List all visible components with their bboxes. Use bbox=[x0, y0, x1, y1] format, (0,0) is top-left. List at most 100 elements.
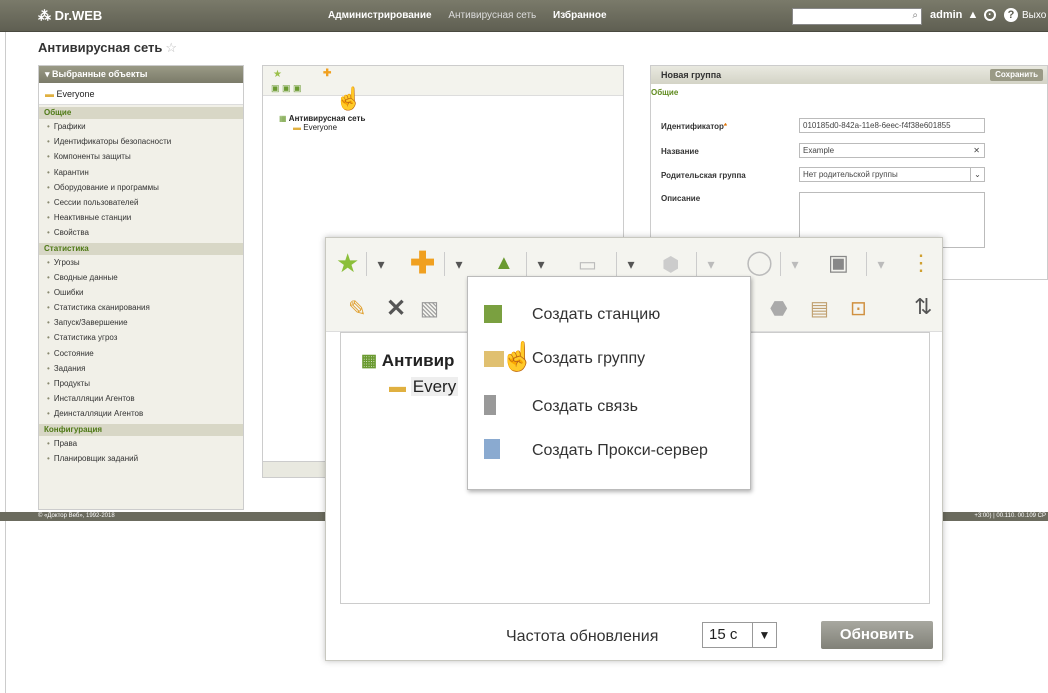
sidebar-item[interactable]: • Ошибки bbox=[39, 285, 243, 300]
zoom-footer: Частота обновления 15 с ▼ Обновить bbox=[326, 614, 942, 662]
save-button[interactable]: Сохранить bbox=[990, 69, 1043, 81]
tree-node-everyone[interactable]: ▬ Every bbox=[389, 377, 459, 397]
logo-text: Dr.WEB bbox=[54, 8, 103, 23]
sidebar-section[interactable]: Конфигурация bbox=[39, 423, 243, 436]
sidebar-header[interactable]: ▾ Выбранные объекты bbox=[39, 66, 243, 83]
sidebar-section[interactable]: Общие bbox=[39, 107, 243, 119]
sidebar-item[interactable]: • Статистика угроз bbox=[39, 330, 243, 345]
add-icon[interactable]: ✚ bbox=[410, 246, 438, 280]
sidebar-item[interactable]: • Запуск/Завершение bbox=[39, 315, 243, 330]
menu-item-create-link[interactable]: Создать связь bbox=[468, 385, 750, 429]
delete-icon[interactable]: ✕ bbox=[386, 294, 414, 324]
folder-icon: ▬ bbox=[389, 377, 406, 396]
page-left-border bbox=[5, 0, 6, 693]
sidebar-item[interactable]: • Сессии пользователей bbox=[39, 195, 243, 210]
remove-icon[interactable]: ▧ bbox=[420, 296, 448, 326]
properties-title: Новая группа Сохранить bbox=[651, 66, 1047, 84]
chevron-down-icon[interactable]: ▾ bbox=[452, 254, 466, 274]
menu-item-create-station[interactable]: Создать станцию bbox=[468, 293, 750, 337]
sidebar: ▾ Выбранные объекты ▬ Everyone Общие • Гра… bbox=[38, 65, 244, 510]
nav-favorites[interactable]: Избранное bbox=[553, 10, 607, 21]
refresh-button[interactable]: Обновить bbox=[821, 621, 933, 649]
copyright: © «Доктор Веб», 1992-2018 bbox=[38, 513, 115, 519]
settings-icon[interactable]: · bbox=[984, 9, 996, 21]
tree-view-icon[interactable]: ⋮ bbox=[910, 250, 938, 280]
tree: ▦ Антивирусная сеть ▬ Everyone bbox=[279, 114, 365, 132]
sidebar-item[interactable]: • Состояние bbox=[39, 346, 243, 361]
logo[interactable]: ⁂ Dr.WEB bbox=[38, 8, 102, 24]
sidebar-item[interactable]: • Идентификаторы безопасности bbox=[39, 134, 243, 149]
chevron-down-icon[interactable]: ▾ bbox=[534, 254, 548, 274]
sidebar-item[interactable]: • Деинсталляции Агентов bbox=[39, 406, 243, 421]
monitor-icon[interactable]: ▣ bbox=[828, 250, 856, 280]
nav-administration[interactable]: Администрирование bbox=[328, 10, 432, 21]
sidebar-item[interactable]: • Сводные данные bbox=[39, 270, 243, 285]
tree-root[interactable]: ▦ Антивирусная сеть bbox=[279, 114, 365, 123]
sidebar-item[interactable]: • Оборудование и программы bbox=[39, 180, 243, 195]
sidebar-item[interactable]: • Свойства bbox=[39, 225, 243, 240]
favorites-icon[interactable]: ★ bbox=[273, 69, 282, 80]
link-icon bbox=[484, 395, 496, 415]
selected-object[interactable]: ▬ Everyone bbox=[39, 83, 243, 105]
help-icon[interactable]: ? bbox=[1004, 8, 1018, 22]
sidebar-item[interactable]: • Планировщик заданий bbox=[39, 451, 243, 466]
chevron-down-icon[interactable]: ⌄ bbox=[970, 168, 984, 181]
edit-icon[interactable]: ✎ bbox=[348, 296, 376, 326]
network-icon: ▦ bbox=[361, 351, 378, 370]
user-name[interactable]: admin bbox=[930, 9, 962, 21]
menu-item-create-proxy[interactable]: Создать Прокси-сервер bbox=[468, 429, 750, 473]
export-icon[interactable]: ⊡ bbox=[850, 296, 878, 326]
page-title: Антивирусная сеть ☆ bbox=[38, 40, 178, 55]
chevron-down-icon[interactable]: ▾ bbox=[704, 254, 718, 274]
sidebar-item[interactable]: • Задания bbox=[39, 361, 243, 376]
parent-group-label: Родительская группа bbox=[661, 171, 746, 180]
update-icon[interactable]: ▤ bbox=[810, 296, 838, 326]
sidebar-item[interactable]: • Права bbox=[39, 436, 243, 451]
section-general: Общие bbox=[651, 88, 679, 97]
id-field[interactable]: 010185d0-842a-11e8-6eec-f4f38e601855 bbox=[799, 118, 985, 133]
scan-icon[interactable]: ⬣ bbox=[770, 296, 798, 326]
sidebar-item[interactable]: • Неактивные станции bbox=[39, 210, 243, 225]
search-icon[interactable]: ⌕ bbox=[912, 10, 918, 21]
tree-node-everyone[interactable]: ▬ Everyone bbox=[279, 123, 365, 132]
tree-root[interactable]: ▦ Антивир bbox=[361, 351, 454, 371]
refresh-rate-select[interactable]: 15 с ▼ bbox=[702, 622, 777, 648]
favorite-star-icon[interactable]: ☆ bbox=[165, 40, 177, 55]
id-label: Идентификатор* bbox=[661, 122, 728, 131]
station-icon bbox=[484, 305, 502, 323]
sidebar-item[interactable]: • Статистика сканирования bbox=[39, 300, 243, 315]
name-label: Название bbox=[661, 147, 699, 156]
edit-icons[interactable]: ▣ ▣ ▣ bbox=[271, 83, 302, 94]
sidebar-item[interactable]: • Продукты bbox=[39, 376, 243, 391]
search-input[interactable]: ⌕ bbox=[792, 8, 922, 25]
top-nav: Администрирование Антивирусная сеть Избр… bbox=[328, 10, 621, 21]
tree-toolbar-small: ★ ✚ ▣ ▣ ▣ bbox=[263, 66, 623, 96]
logout-link[interactable]: Выхо bbox=[1022, 10, 1046, 21]
hand-cursor-icon: ☝ bbox=[335, 86, 363, 111]
chevron-down-icon[interactable]: ▼ bbox=[752, 623, 776, 647]
sidebar-item[interactable]: • Графики bbox=[39, 119, 243, 134]
chevron-down-icon[interactable]: ▾ bbox=[374, 254, 388, 274]
proxy-server-icon bbox=[484, 439, 500, 459]
add-icon[interactable]: ✚ bbox=[323, 68, 331, 79]
search-icon[interactable]: ◯ bbox=[746, 248, 774, 278]
chevron-down-icon[interactable]: ▾ bbox=[874, 254, 888, 274]
parent-group-select[interactable]: Нет родительской группы ⌄ bbox=[799, 167, 985, 182]
favorites-icon[interactable]: ★ bbox=[336, 248, 364, 278]
sidebar-item[interactable]: • Компоненты защиты bbox=[39, 149, 243, 164]
top-bar: ⁂ Dr.WEB Администрирование Антивирусная … bbox=[0, 0, 1048, 32]
chevron-down-icon[interactable]: ▾ bbox=[788, 254, 802, 274]
chevron-down-icon[interactable]: ▾ bbox=[624, 254, 638, 274]
nav-antivirus-network[interactable]: Антивирусная сеть bbox=[448, 10, 536, 21]
clear-icon[interactable]: ✕ bbox=[973, 144, 980, 157]
sidebar-item[interactable]: • Угрозы bbox=[39, 255, 243, 270]
description-label: Описание bbox=[661, 194, 701, 203]
folder-icon: ▬ bbox=[45, 89, 54, 99]
sidebar-section[interactable]: Статистика bbox=[39, 242, 243, 255]
sidebar-item[interactable]: • Карантин bbox=[39, 165, 243, 180]
add-menu: Создать станцию Создать группу Создать с… bbox=[467, 276, 751, 490]
name-field[interactable]: Example ✕ bbox=[799, 143, 985, 158]
sidebar-item[interactable]: • Инсталляции Агентов bbox=[39, 391, 243, 406]
sort-icon[interactable]: ⇅ bbox=[914, 294, 942, 324]
notifications-icon[interactable]: ▲ bbox=[966, 8, 980, 22]
